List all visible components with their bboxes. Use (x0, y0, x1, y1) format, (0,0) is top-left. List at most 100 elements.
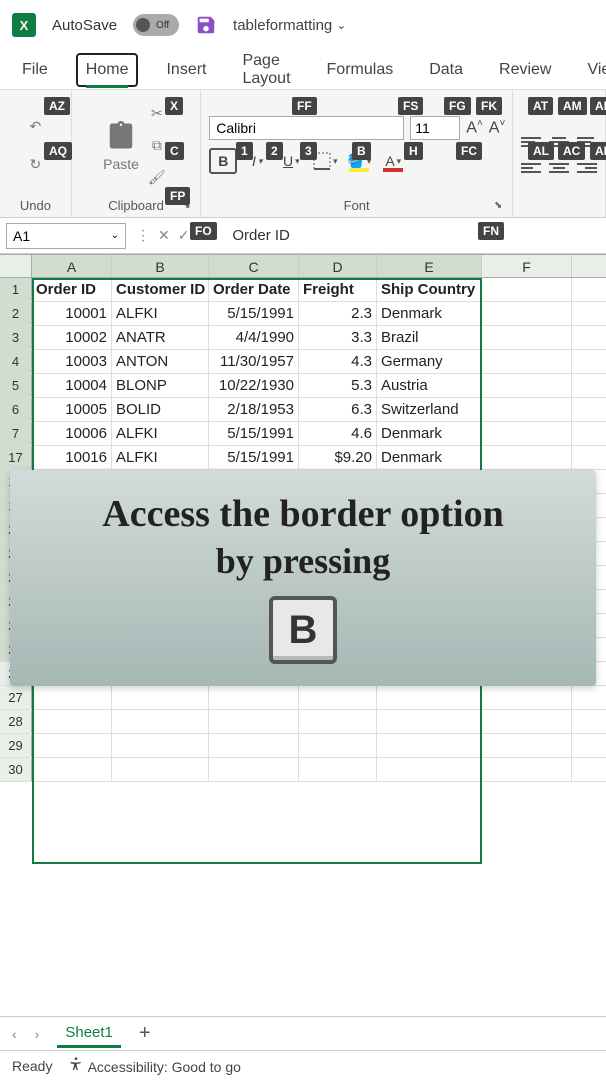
tab-review[interactable]: Review (491, 55, 559, 85)
cell[interactable]: BOLID (112, 398, 209, 421)
table-row[interactable]: 27 (0, 686, 606, 710)
cell[interactable] (209, 710, 299, 733)
row-header[interactable]: 5 (0, 374, 32, 397)
grow-font-button[interactable]: A˄ (466, 118, 483, 137)
cancel-formula-icon[interactable]: ✕ (158, 227, 170, 244)
bold-button[interactable]: B (209, 148, 237, 174)
tab-home[interactable]: Home (76, 53, 139, 87)
sheet-nav-next[interactable]: › (35, 1026, 40, 1042)
cell[interactable] (209, 758, 299, 781)
cell[interactable]: Denmark (377, 422, 482, 445)
font-name-select[interactable] (209, 116, 404, 140)
cell[interactable]: ANATR (112, 326, 209, 349)
cell[interactable]: 10004 (32, 374, 112, 397)
cell[interactable] (299, 686, 377, 709)
font-size-select[interactable] (410, 116, 460, 140)
cell[interactable]: Denmark (377, 302, 482, 325)
row-header[interactable]: 17 (0, 446, 32, 469)
cell[interactable]: 4.3 (299, 350, 377, 373)
cell[interactable]: Denmark (377, 446, 482, 469)
cell[interactable] (482, 686, 572, 709)
row-header[interactable]: 30 (0, 758, 32, 781)
tab-data[interactable]: Data (421, 55, 471, 85)
cell[interactable] (482, 398, 572, 421)
col-header-f[interactable]: F (482, 255, 572, 277)
cell[interactable] (377, 758, 482, 781)
row-header[interactable]: 7 (0, 422, 32, 445)
col-header-d[interactable]: D (299, 255, 377, 277)
row-header[interactable]: 2 (0, 302, 32, 325)
cell[interactable]: Order Date (209, 278, 299, 301)
cell[interactable]: Germany (377, 350, 482, 373)
row-header[interactable]: 1 (0, 278, 32, 301)
table-row[interactable]: 410003ANTON11/30/19574.3Germany (0, 350, 606, 374)
tab-file[interactable]: File (14, 55, 56, 85)
cell[interactable]: Brazil (377, 326, 482, 349)
cell[interactable]: Order ID (32, 278, 112, 301)
col-header-e[interactable]: E (377, 255, 482, 277)
formula-input[interactable]: Order ID (218, 227, 606, 244)
table-row[interactable]: 210001ALFKI5/15/19912.3Denmark (0, 302, 606, 326)
name-box[interactable]: A1⌄ (6, 223, 126, 249)
document-name[interactable]: tableformatting ⌄ (233, 17, 346, 34)
table-row[interactable]: 610005BOLID2/18/19536.3Switzerland (0, 398, 606, 422)
name-box-expand-icon[interactable]: ⋮ (136, 227, 150, 244)
cell[interactable]: ALFKI (112, 422, 209, 445)
cell[interactable]: 4.6 (299, 422, 377, 445)
align-right-button[interactable] (577, 160, 597, 176)
tab-view[interactable]: View (579, 55, 606, 85)
autosave-toggle[interactable]: Off (133, 14, 179, 36)
cell[interactable] (112, 686, 209, 709)
undo-button[interactable]: ↶ (23, 114, 47, 138)
cell[interactable] (112, 710, 209, 733)
cell[interactable] (299, 758, 377, 781)
sheet-nav-prev[interactable]: ‹ (12, 1026, 17, 1042)
cell[interactable]: ANTON (112, 350, 209, 373)
add-sheet-button[interactable]: + (139, 1022, 151, 1045)
cell[interactable] (112, 758, 209, 781)
font-launcher[interactable]: ⬊ (494, 200, 508, 214)
cell[interactable] (209, 734, 299, 757)
cell[interactable]: Switzerland (377, 398, 482, 421)
enter-formula-icon[interactable]: ✓ (178, 227, 190, 244)
cell[interactable]: 4/4/1990 (209, 326, 299, 349)
table-row[interactable]: 1710016ALFKI5/15/1991$9.20Denmark (0, 446, 606, 470)
cell[interactable]: 10005 (32, 398, 112, 421)
cell[interactable] (482, 374, 572, 397)
align-left-button[interactable] (521, 160, 541, 176)
shrink-font-button[interactable]: A˅ (489, 118, 506, 137)
row-header[interactable]: 4 (0, 350, 32, 373)
cell[interactable] (299, 734, 377, 757)
cell[interactable] (377, 710, 482, 733)
select-all-corner[interactable] (0, 255, 32, 277)
cell[interactable]: BLONP (112, 374, 209, 397)
col-header-b[interactable]: B (112, 255, 209, 277)
cell[interactable] (112, 734, 209, 757)
cell[interactable]: ALFKI (112, 302, 209, 325)
cell[interactable] (299, 710, 377, 733)
cell[interactable]: 10003 (32, 350, 112, 373)
cell[interactable]: 3.3 (299, 326, 377, 349)
tab-page-layout[interactable]: Page Layout (234, 46, 298, 94)
cell[interactable]: 10006 (32, 422, 112, 445)
paste-button[interactable]: Paste (103, 118, 139, 172)
table-row[interactable]: 1Order IDCustomer IDOrder DateFreightShi… (0, 278, 606, 302)
row-header[interactable]: 6 (0, 398, 32, 421)
cell[interactable]: $9.20 (299, 446, 377, 469)
cell[interactable] (482, 734, 572, 757)
cell[interactable] (482, 278, 572, 301)
cell[interactable]: Customer ID (112, 278, 209, 301)
align-center-button[interactable] (549, 160, 569, 176)
cell[interactable] (377, 686, 482, 709)
cell[interactable] (482, 350, 572, 373)
cell[interactable]: 11/30/1957 (209, 350, 299, 373)
cell[interactable]: Freight (299, 278, 377, 301)
cell[interactable] (377, 734, 482, 757)
row-header[interactable]: 28 (0, 710, 32, 733)
table-row[interactable]: 28 (0, 710, 606, 734)
cell[interactable]: 5/15/1991 (209, 422, 299, 445)
cell[interactable]: 2.3 (299, 302, 377, 325)
cell[interactable] (482, 710, 572, 733)
row-header[interactable]: 3 (0, 326, 32, 349)
cell[interactable]: Ship Country (377, 278, 482, 301)
